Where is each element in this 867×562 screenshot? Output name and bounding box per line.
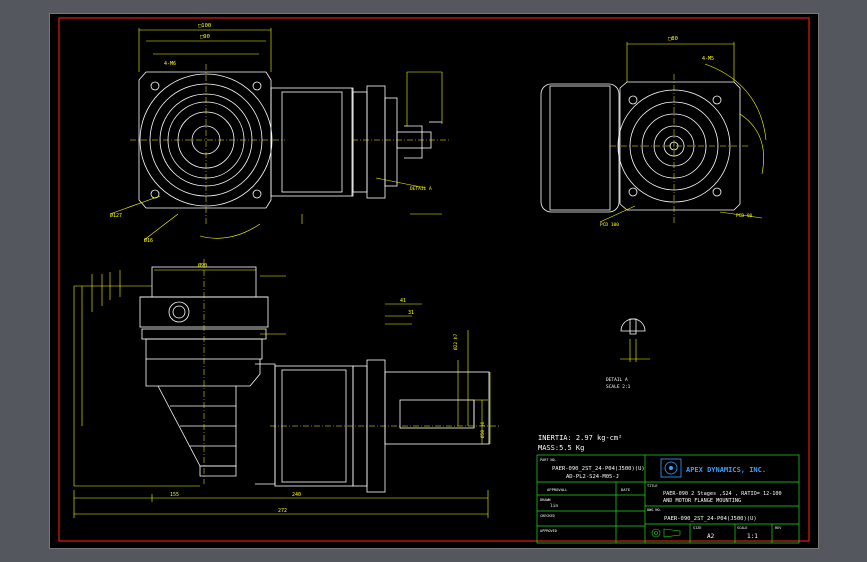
company-logo	[660, 458, 682, 478]
cad-drawing: □100 □90 4-M6 Ø127 Ø16 DETAIL A □80 4-M5…	[58, 17, 810, 544]
dim-len-1: 41	[400, 298, 406, 304]
drawing-frame	[58, 17, 810, 542]
company-name: APEX DYNAMICS, INC.	[686, 466, 766, 474]
scale-value: 1:1	[747, 533, 758, 540]
mass-note: MASS:5.5 Kg	[538, 444, 584, 452]
approved-label: APPROVED	[540, 529, 557, 533]
rev-label: REV	[775, 526, 782, 530]
dwg-no-value: PAER-090_2ST_24-P04(J500)(U)	[664, 516, 757, 522]
size-value: A2	[707, 533, 715, 540]
dim-top-2: □90	[200, 34, 210, 40]
dim-bottom-1: Ø90	[198, 262, 207, 269]
part-no-line-1: PAER-090_2ST_24-P04(J500)(U)	[552, 466, 645, 472]
size-label: SIZE	[693, 526, 701, 530]
drawn-label: DRAWN	[540, 498, 551, 502]
side-dimensions	[599, 42, 767, 223]
dim-bottom-3: 240	[292, 492, 301, 498]
dim-shaft-1: Ø22 h7	[452, 333, 459, 350]
elevation-view	[139, 266, 490, 493]
detail-a-dims	[620, 339, 650, 362]
dim-bottom-4: 155	[170, 492, 179, 498]
title-label: TITLE	[647, 484, 658, 488]
dim-left-1: Ø127	[110, 212, 122, 219]
dim-top-3: 4-M6	[164, 61, 176, 67]
drawing-sheet: □100 □90 4-M6 Ø127 Ø16 DETAIL A □80 4-M5…	[49, 13, 819, 549]
detail-a	[620, 318, 646, 335]
inertia-note: INERTIA: 2.97 kg-cm²	[538, 434, 622, 442]
drawn-value: lin	[550, 503, 558, 509]
dim-side-4: PCD 90	[736, 213, 753, 219]
dim-shaft-2: Ø50 j6	[479, 421, 486, 438]
title-line-1: PAER-090 2 Stages ,S24 , RATIO= 12-100	[663, 491, 782, 497]
screenshot-background: □100 □90 4-M6 Ø127 Ø16 DETAIL A □80 4-M5…	[0, 0, 867, 562]
dim-bottom-2: 272	[278, 508, 287, 514]
part-no-label: PART NO.	[540, 458, 557, 462]
dwg-no-label: DWG NO.	[647, 508, 662, 512]
dim-side-3: PCD 100	[600, 222, 619, 228]
checked-label: CHECKED	[540, 514, 555, 518]
dim-top-1: □100	[198, 23, 211, 29]
title-line-2: AND MOTOR FLANGE MOUNTING	[663, 498, 741, 504]
detail-a-scale: SCALE 2:1	[606, 384, 631, 390]
side-view	[540, 81, 741, 213]
approval-label: APPROVALL	[547, 487, 568, 492]
date-label: DATE	[621, 487, 631, 492]
dim-side-2: 4-M5	[702, 56, 714, 62]
projection-symbol	[651, 528, 681, 538]
detail-a-label: DETAIL A	[606, 377, 628, 383]
dim-len-2: 31	[408, 310, 414, 316]
dim-detail: DETAIL A	[410, 186, 432, 192]
elevation-centerlines	[203, 259, 500, 484]
scale-label: SCALE	[737, 526, 748, 530]
part-no-line-2: AD-PL2-S24-M05-J	[566, 474, 619, 480]
dim-side-1: □80	[668, 36, 678, 42]
dim-left-2: Ø16	[144, 237, 153, 244]
